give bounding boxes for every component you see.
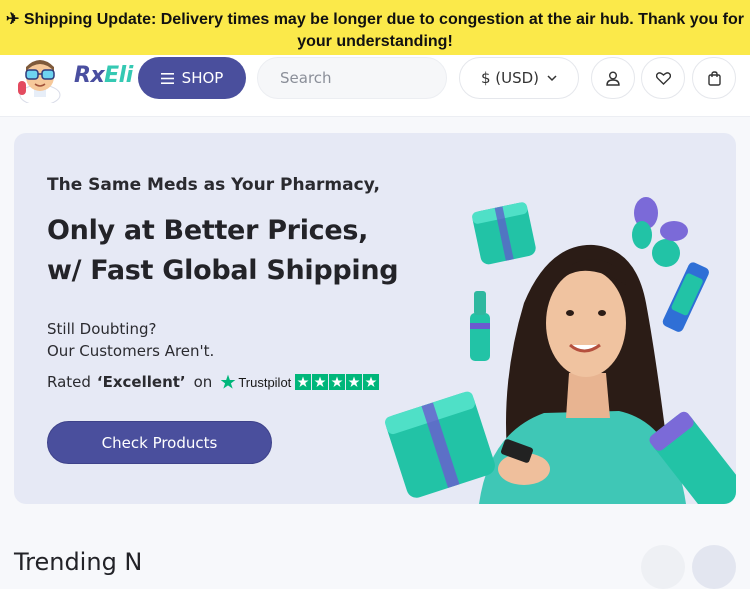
hero-illustration xyxy=(385,197,736,504)
menu-icon xyxy=(160,72,174,84)
rating-star-icon xyxy=(329,374,346,390)
bag-icon xyxy=(707,70,721,86)
announcement-text: ✈ Shipping Update: Delivery times may be… xyxy=(6,11,744,50)
hero-title-line-1: Only at Better Prices, xyxy=(47,215,369,246)
chevron-down-icon xyxy=(547,74,557,81)
section-title: Trending N xyxy=(14,548,143,576)
cta-label: Check Products xyxy=(101,433,218,452)
account-button[interactable] xyxy=(591,57,635,99)
currency-label: $ (USD) xyxy=(480,69,540,87)
hero-title: Only at Better Prices, w/ Fast Global Sh… xyxy=(47,211,399,291)
site-header: RxEli SHOP Search $ (USD) xyxy=(0,55,750,117)
check-products-button[interactable]: Check Products xyxy=(47,421,272,464)
rating-row: Rated ‘Excellent’ on Trustpilot xyxy=(47,371,380,393)
cart-button[interactable] xyxy=(692,57,736,99)
trustpilot-label: Trustpilot xyxy=(238,374,292,390)
logo-text: RxEli xyxy=(74,63,133,88)
hero-doubt-text: Still Doubting? Our Customers Aren't. xyxy=(47,318,214,362)
rating-star-icon xyxy=(346,374,363,390)
hero-subtitle: The Same Meds as Your Pharmacy, xyxy=(47,175,380,195)
heart-icon xyxy=(655,71,671,85)
shop-label: SHOP xyxy=(181,69,224,87)
rated-value: ‘Excellent’ xyxy=(96,373,186,391)
doubt-line-2: Our Customers Aren't. xyxy=(47,342,215,360)
trustpilot-logo[interactable]: Trustpilot xyxy=(220,374,291,390)
carousel-prev-button[interactable] xyxy=(641,545,685,589)
rating-star-icon xyxy=(312,374,329,390)
shop-button[interactable]: SHOP xyxy=(138,57,246,99)
rated-on: on xyxy=(193,373,213,391)
hero-banner: The Same Meds as Your Pharmacy, Only at … xyxy=(14,133,736,504)
trustpilot-stars xyxy=(295,374,380,390)
search-input[interactable]: Search xyxy=(257,57,447,99)
rating-star-icon xyxy=(295,374,312,390)
doubt-line-1: Still Doubting? xyxy=(47,320,157,338)
search-placeholder: Search xyxy=(280,69,332,87)
mascot-icon xyxy=(18,60,61,103)
currency-selector[interactable]: $ (USD) xyxy=(459,57,579,99)
logo[interactable]: RxEli xyxy=(14,57,134,103)
wishlist-button[interactable] xyxy=(641,57,685,99)
carousel-next-button[interactable] xyxy=(692,545,736,589)
user-icon xyxy=(606,71,620,86)
trustpilot-star-icon xyxy=(220,374,236,389)
hero-title-line-2: w/ Fast Global Shipping xyxy=(47,255,399,286)
rated-prefix: Rated xyxy=(47,373,91,391)
